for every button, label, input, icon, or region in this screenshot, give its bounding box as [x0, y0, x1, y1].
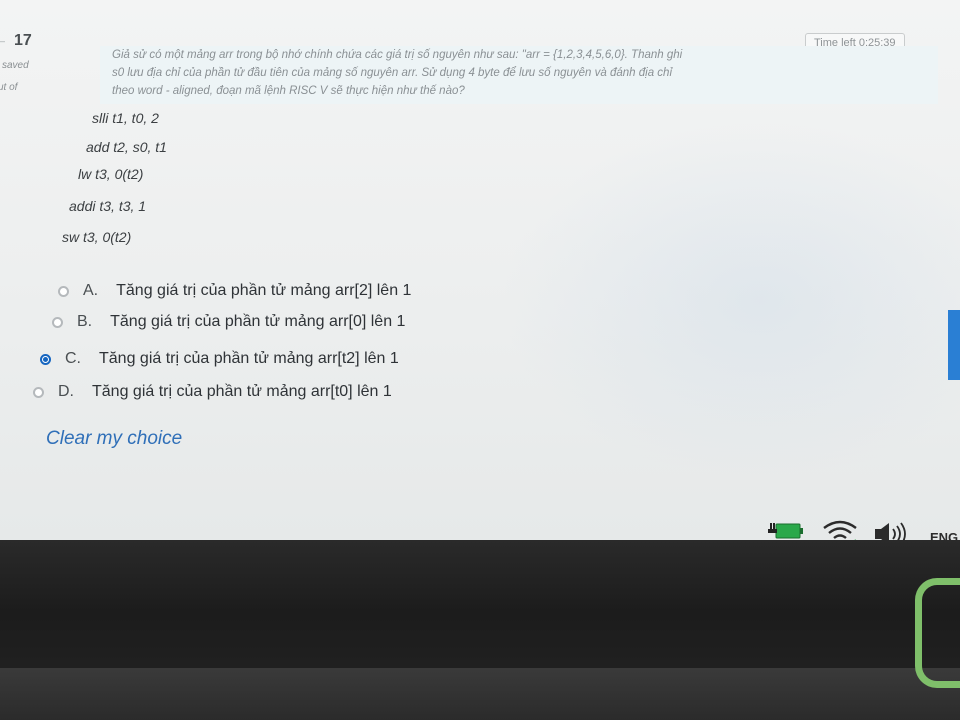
screen-glare	[500, 120, 960, 480]
question-status: saved	[2, 60, 29, 71]
webcam-clip	[915, 578, 960, 688]
option-c-radio[interactable]	[40, 353, 51, 365]
language-indicator[interactable]: ENG	[930, 530, 958, 540]
code-line: add t2, s0, t1	[86, 139, 167, 155]
code-line: slli t1, t0, 2	[92, 110, 159, 126]
question-line: Giả sử có một mảng arr trong bộ nhớ chín…	[112, 49, 683, 61]
question-line: s0 lưu địa chỉ của phần tử đầu tiên của …	[112, 67, 673, 79]
option-b-text[interactable]: Tăng giá trị của phần tử mảng arr[0] lên…	[110, 313, 405, 331]
option-a-letter: A.	[83, 282, 99, 299]
clear-choice-link[interactable]: Clear my choice	[46, 428, 182, 450]
option-d[interactable]: D. Tăng giá trị của phần tử mảng arr[t0]…	[33, 383, 392, 401]
option-a-radio[interactable]	[58, 285, 69, 297]
option-c-text[interactable]: Tăng giá trị của phần tử mảng arr[t2] lê…	[99, 350, 399, 368]
question-number: 17	[14, 32, 32, 49]
code-line: sw t3, 0(t2)	[62, 229, 132, 245]
option-b[interactable]: B. Tăng giá trị của phần tử mảng arr[0] …	[52, 313, 405, 331]
question-label-fragment: –	[0, 36, 6, 46]
option-d-letter: D.	[58, 383, 74, 400]
question-text: Giả sử có một mảng arr trong bộ nhớ chín…	[100, 46, 938, 104]
option-d-radio[interactable]	[33, 386, 44, 398]
option-b-letter: B.	[77, 313, 93, 330]
laptop-body	[0, 668, 960, 720]
code-line: lw t3, 0(t2)	[78, 166, 144, 182]
question-mark: ut of	[0, 82, 18, 93]
option-a-text[interactable]: Tăng giá trị của phần tử mảng arr[2] lên…	[116, 282, 411, 300]
window-edge	[948, 310, 960, 380]
system-tray	[0, 506, 960, 540]
option-d-text[interactable]: Tăng giá trị của phần tử mảng arr[t0] lê…	[92, 383, 392, 401]
wifi-icon[interactable]	[820, 516, 860, 540]
option-a[interactable]: A. Tăng giá trị của phần tử mảng arr[2] …	[58, 282, 411, 300]
option-b-radio[interactable]	[52, 316, 63, 328]
code-line: addi t3, t3, 1	[69, 198, 147, 214]
speaker-icon[interactable]	[872, 520, 912, 540]
battery-charging-icon[interactable]	[766, 518, 804, 540]
option-c[interactable]: C. Tăng giá trị của phần tử mảng arr[t2]…	[40, 350, 399, 368]
option-c-letter: C.	[65, 350, 81, 367]
question-line: theo word - aligned, đoạn mã lệnh RISC V…	[112, 85, 465, 97]
quiz-screen: – 17 saved ut of Time left 0:25:39 Giả s…	[0, 0, 960, 540]
